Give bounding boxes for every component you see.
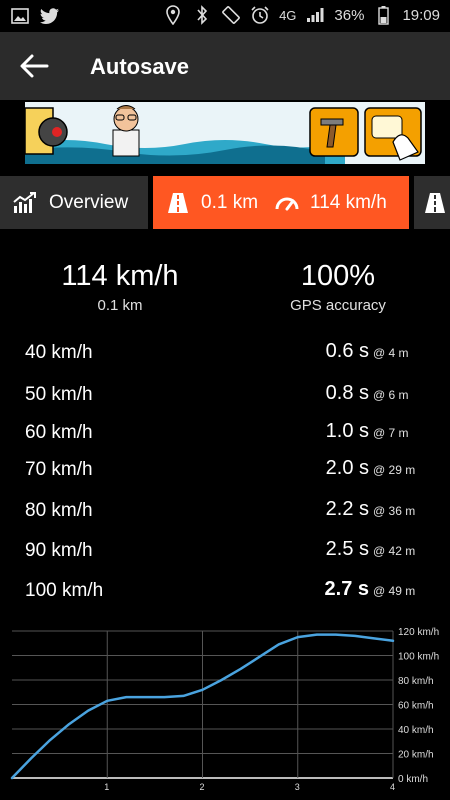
row-speed: 50 km/h	[25, 384, 93, 405]
row-speed: 60 km/h	[25, 422, 93, 443]
row-distance: @ 7 m	[373, 426, 409, 440]
row-distance: @ 29 m	[373, 463, 416, 477]
battery-percent: 36%	[334, 6, 365, 24]
speedometer-icon	[275, 197, 299, 210]
row-speed: 70 km/h	[25, 459, 93, 480]
y-tick-label: 120 km/h	[398, 627, 439, 638]
y-tick-label: 80 km/h	[398, 676, 434, 687]
row-speed: 100 km/h	[25, 580, 104, 601]
road-icon	[425, 192, 445, 213]
x-tick-label: 2	[200, 782, 205, 792]
ad-banner[interactable]	[25, 102, 425, 164]
rotate-icon	[221, 5, 241, 25]
y-tick-label: 0 km/h	[398, 774, 428, 785]
table-row: 90 km/h 2.5 s @ 42 m	[0, 536, 450, 570]
x-tick-label: 4	[390, 782, 395, 792]
x-tick-label: 3	[295, 782, 300, 792]
arrow-left-icon	[20, 54, 49, 78]
gps-accuracy-value: 100%	[300, 260, 376, 292]
clock: 19:09	[402, 6, 440, 24]
row-speed: 80 km/h	[25, 500, 93, 521]
tab-bar: Overview 0.1 km 114 km/h	[0, 176, 450, 229]
row-distance: @ 6 m	[373, 388, 409, 402]
speed-chart: 0 km/h 20 km/h 40 km/h 60 km/h 80 km/h 100 km…	[10, 627, 439, 792]
table-row: 80 km/h 2.2 s @ 36 m	[0, 496, 450, 530]
row-time: 2.7 s	[324, 578, 369, 600]
row-distance: @ 4 m	[373, 346, 409, 360]
row-time: 2.2 s	[325, 498, 369, 520]
network-type: 4G	[279, 7, 297, 23]
row-speed: 40 km/h	[25, 342, 93, 363]
ad-illustration	[25, 102, 425, 164]
gallery-icon	[10, 6, 30, 26]
y-tick-label: 60 km/h	[398, 701, 434, 712]
signal-icon	[305, 5, 325, 25]
table-row: 60 km/h 1.0 s @ 7 m	[0, 418, 450, 452]
status-bar: 4G 36% 19:09	[0, 0, 450, 32]
page-title: Autosave	[90, 54, 190, 79]
tab-overview[interactable]: Overview	[0, 176, 148, 229]
tab-run-distance: 0.1 km	[201, 191, 259, 213]
y-tick-label: 40 km/h	[398, 725, 434, 736]
row-distance: @ 36 m	[373, 504, 416, 518]
tab-overview-label: Overview	[49, 191, 129, 213]
table-row: 70 km/h 2.0 s @ 29 m	[0, 455, 450, 489]
y-tick-label: 100 km/h	[398, 652, 439, 663]
twitter-icon	[40, 6, 60, 26]
location-icon	[163, 5, 183, 25]
row-time: 1.0 s	[325, 420, 369, 442]
table-row: 40 km/h 0.6 s @ 4 m	[0, 338, 450, 372]
row-time: 2.5 s	[325, 538, 369, 560]
alarm-icon	[250, 5, 270, 25]
row-distance: @ 49 m	[373, 584, 416, 598]
tab-next[interactable]	[414, 176, 450, 229]
tab-run[interactable]: 0.1 km 114 km/h	[153, 176, 409, 229]
x-tick-label: 1	[104, 782, 109, 792]
app-bar: Autosave	[0, 32, 450, 100]
row-time: 0.8 s	[325, 382, 369, 404]
row-time: 0.6 s	[325, 340, 369, 362]
row-time: 2.0 s	[325, 457, 369, 479]
battery-icon	[373, 5, 393, 25]
row-distance: @ 42 m	[373, 544, 416, 558]
road-icon	[168, 192, 188, 213]
bluetooth-icon	[192, 5, 212, 25]
top-speed-value: 114 km/h	[61, 260, 179, 292]
gps-accuracy-label: GPS accuracy	[290, 297, 386, 314]
chart-trend-icon	[13, 191, 36, 213]
back-button[interactable]	[14, 46, 54, 86]
tab-run-speed: 114 km/h	[310, 191, 387, 213]
distance-label: 0.1 km	[97, 297, 143, 314]
row-speed: 90 km/h	[25, 540, 93, 561]
y-tick-label: 20 km/h	[398, 750, 434, 761]
table-row: 50 km/h 0.8 s @ 6 m	[0, 380, 450, 414]
table-row: 100 km/h 2.7 s @ 49 m	[0, 576, 450, 610]
